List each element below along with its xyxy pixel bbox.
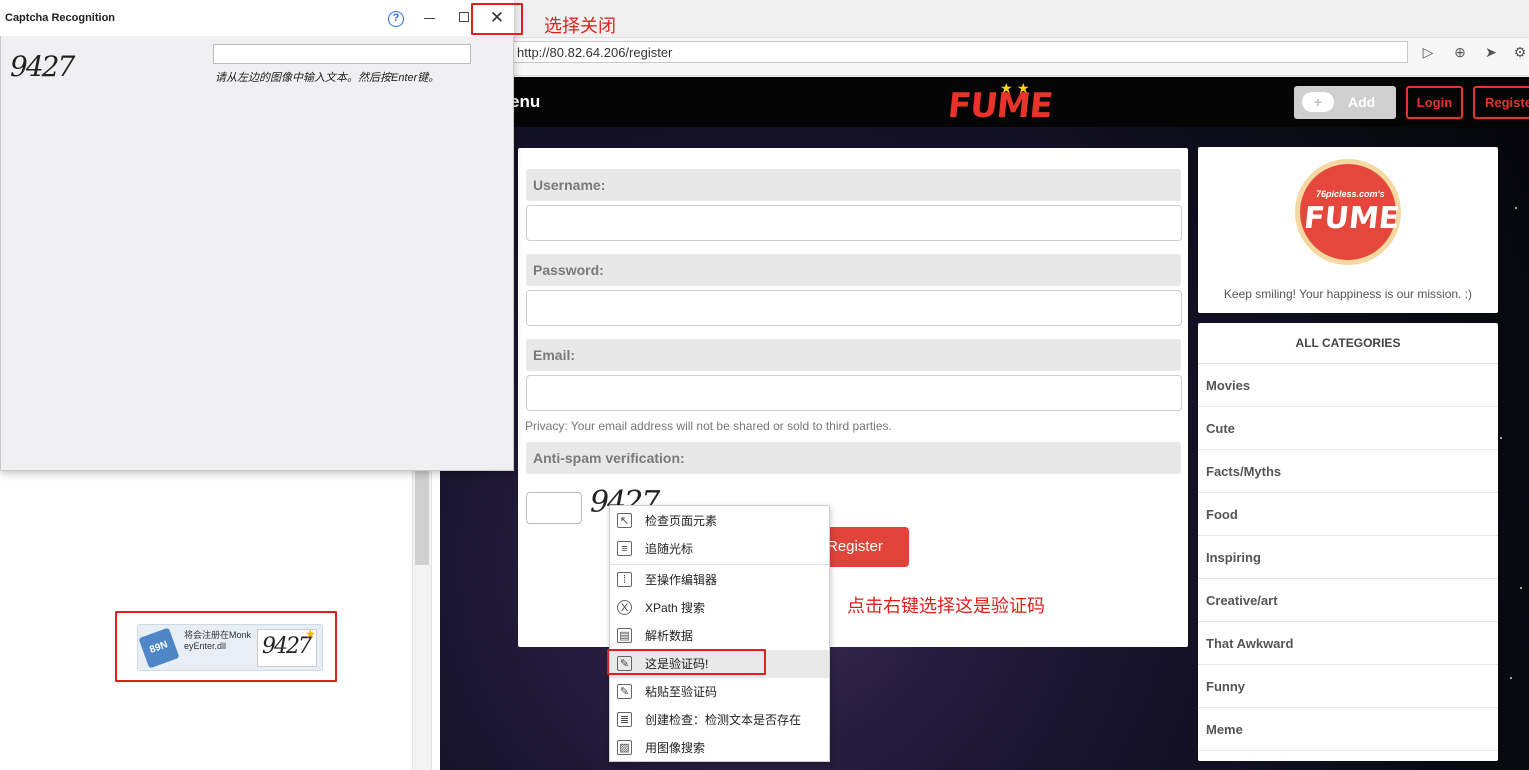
inspect-icon: ↖ — [617, 513, 632, 528]
password-field[interactable] — [526, 290, 1182, 326]
category-item[interactable]: Movies — [1198, 364, 1498, 407]
follow-cursor-icon: ≡ — [617, 541, 632, 556]
sidebar-logo-caption: 76picless.com's — [1316, 189, 1385, 199]
privacy-note: Privacy: Your email address will not be … — [525, 419, 892, 433]
editor-icon: ⁞ — [617, 572, 632, 587]
menu-item-xpath[interactable]: XPath 搜索 — [610, 594, 829, 622]
category-item[interactable]: Funny — [1198, 665, 1498, 708]
username-label: Username: — [526, 169, 1181, 201]
category-item[interactable]: Facts/Myths — [1198, 450, 1498, 493]
dialog-title: Captcha Recognition — [5, 12, 116, 24]
dialog-hint: 请从左边的图像中输入文本。然后按Enter键。 — [215, 72, 440, 84]
register-header-button[interactable]: Register — [1473, 86, 1529, 119]
annotation-box-notification — [115, 611, 337, 682]
mission-text: Keep smiling! Your happiness is our miss… — [1223, 287, 1473, 301]
logo-star-icon: ★ — [1017, 80, 1030, 96]
cursor-icon[interactable]: ➤ — [1481, 42, 1501, 62]
check-text-icon: ≣ — [617, 712, 632, 727]
play-icon[interactable]: ▷ — [1418, 42, 1438, 62]
category-item[interactable]: Cute — [1198, 407, 1498, 450]
xpath-icon: X — [617, 600, 632, 615]
category-item[interactable]: Food — [1198, 493, 1498, 536]
sidebar-logo-text: FUME — [1302, 201, 1402, 236]
email-field[interactable] — [526, 375, 1182, 411]
categories-title: ALL CATEGORIES — [1295, 336, 1401, 350]
menu-separator — [610, 564, 829, 565]
password-label: Password: — [526, 254, 1181, 286]
category-item[interactable]: That Awkward — [1198, 622, 1498, 665]
image-search-icon: ▨ — [617, 740, 632, 755]
captcha-input[interactable] — [526, 492, 582, 524]
annotation-box-close — [471, 3, 523, 35]
antispam-label: Anti-spam verification: — [526, 442, 1181, 474]
menu-label[interactable]: enu — [510, 92, 540, 112]
email-label: Email: — [526, 339, 1181, 371]
annotation-box-captcha-item — [607, 649, 766, 675]
category-item[interactable]: Meme — [1198, 708, 1498, 751]
menu-item-parse-data[interactable]: 解析数据 — [610, 622, 829, 650]
url-input[interactable]: http://80.82.64.206/register — [510, 41, 1408, 63]
paste-captcha-icon: ✎ — [617, 684, 632, 699]
cloud-upload-icon: + — [1302, 92, 1334, 112]
annotation-close-note: 选择关闭 — [544, 16, 616, 36]
maximize-icon[interactable] — [459, 12, 469, 22]
menu-item-create-check[interactable]: 创建检查：检测文本是否存在 — [610, 706, 829, 734]
logo-star-icon: ★ — [1000, 80, 1013, 96]
username-field[interactable] — [526, 205, 1182, 241]
menu-item-paste-captcha[interactable]: 粘贴至验证码 — [610, 678, 829, 706]
category-item[interactable]: Creative/art — [1198, 579, 1498, 622]
annotation-right-click-note: 点击右键选择这是验证码 — [847, 596, 1045, 616]
plus-circle-icon[interactable]: ⊕ — [1450, 42, 1470, 62]
menu-item-image-search[interactable]: 用图像搜索 — [610, 734, 829, 762]
minimize-icon[interactable] — [424, 18, 435, 19]
dialog-captcha-input[interactable] — [213, 44, 471, 64]
dialog-captcha-image: 9427 — [10, 50, 75, 83]
login-button[interactable]: Login — [1406, 86, 1463, 119]
menu-item-follow-cursor[interactable]: 追随光标 — [610, 535, 829, 563]
category-item[interactable]: Inspiring — [1198, 536, 1498, 579]
scrollbar-thumb[interactable] — [415, 470, 429, 565]
extension-icon[interactable]: ⚙ — [1510, 42, 1529, 62]
parse-data-icon: ▤ — [617, 628, 632, 643]
help-icon[interactable]: ? — [388, 11, 404, 27]
menu-item-inspect[interactable]: 检查页面元素 — [610, 507, 829, 535]
menu-item-editor[interactable]: 至操作编辑器 — [610, 566, 829, 594]
